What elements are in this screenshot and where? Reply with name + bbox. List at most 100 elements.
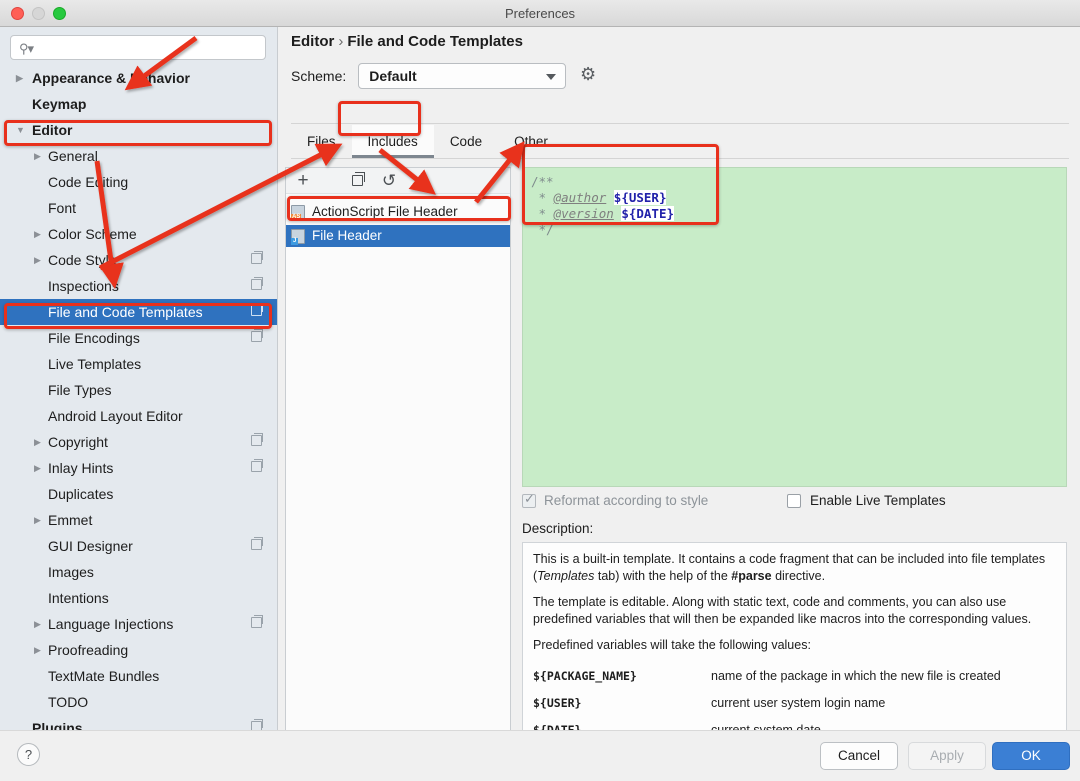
divider-tabs [291,158,1069,159]
sidebar-item-images[interactable]: Images [0,559,277,585]
list-item[interactable]: File Header [286,225,510,247]
sidebar-item-android-layout-editor[interactable]: Android Layout Editor [0,403,277,429]
copy-settings-icon[interactable] [251,303,263,316]
sidebar-item-editor[interactable]: ▼ Editor [0,117,277,143]
sidebar-item-appearance-behavior[interactable]: ▶ Appearance & Behavior [0,65,277,91]
copy-settings-icon[interactable] [251,459,263,472]
sidebar-item-code-editing[interactable]: Code Editing [0,169,277,195]
chevron-right-icon[interactable]: ▶ [16,65,23,91]
code-comment: */ [531,222,554,237]
sidebar-item-label: Color Scheme [48,226,137,242]
date-variable: ${DATE} [621,206,675,221]
sidebar-item-proofreading[interactable]: ▶ Proofreading [0,637,277,663]
sidebar-item-intentions[interactable]: Intentions [0,585,277,611]
tab-files[interactable]: Files [291,125,352,158]
settings-sidebar: ⚲▾ ▶ Appearance & Behavior Keymap ▼ Editor ▶ G… [0,27,278,730]
sidebar-item-language-injections[interactable]: ▶ Language Injections [0,611,277,637]
sidebar-item-file-types[interactable]: File Types [0,377,277,403]
copy-template-button[interactable] [346,168,368,194]
ok-button[interactable]: OK [992,742,1070,770]
chevron-down-icon[interactable]: ▼ [16,117,25,143]
add-template-button[interactable]: + [292,168,314,194]
tab-code[interactable]: Code [434,125,498,158]
sidebar-item-file-and-code-templates[interactable]: File and Code Templates [0,299,277,325]
sidebar-item-color-scheme[interactable]: ▶ Color Scheme [0,221,277,247]
sidebar-item-emmet[interactable]: ▶ Emmet [0,507,277,533]
variable-description: current user system login name [711,696,886,710]
sidebar-item-copyright[interactable]: ▶ Copyright [0,429,277,455]
copy-settings-icon[interactable] [251,719,263,730]
sidebar-item-label: Android Layout Editor [48,408,183,424]
enable-live-templates-label[interactable]: Enable Live Templates [810,492,946,510]
apply-button[interactable]: Apply [908,742,986,770]
sidebar-item-textmate-bundles[interactable]: TextMate Bundles [0,663,277,689]
revert-template-button[interactable]: ↺ [378,168,400,194]
table-row: ${PACKAGE_NAME} name of the package in wh… [533,663,1056,690]
copy-settings-icon[interactable] [251,251,263,264]
sidebar-item-font[interactable]: Font [0,195,277,221]
sidebar-item-label: File Encodings [48,330,140,346]
editor-options-row: Reformat according to style Enable Live … [522,491,1067,514]
help-button[interactable]: ? [17,743,40,766]
reformat-checkbox-label[interactable]: Reformat according to style [544,492,708,510]
javadoc-version-tag: @version [553,206,614,221]
code-comment: * [531,190,554,205]
template-tabs: Files Includes Code Other [291,125,564,158]
list-item-label: ActionScript File Header [312,204,458,219]
sidebar-item-label: Live Templates [48,356,142,372]
sidebar-item-gui-designer[interactable]: GUI Designer [0,533,277,559]
sidebar-item-general[interactable]: ▶ General [0,143,277,169]
sidebar-item-label: Code Editing [48,174,129,190]
sidebar-item-live-templates[interactable]: Live Templates [0,351,277,377]
cancel-button[interactable]: Cancel [820,742,898,770]
desc-p1-emphasis: Templates [537,569,595,583]
chevron-right-icon[interactable]: ▶ [34,507,41,533]
breadcrumb-root[interactable]: Editor [291,33,334,50]
sidebar-item-inspections[interactable]: Inspections [0,273,277,299]
chevron-right-icon[interactable]: ▶ [34,637,41,663]
list-item[interactable]: ActionScript File Header [286,201,510,223]
preferences-window: Preferences ⚲▾ ▶ Appearance & Behavior Key… [0,0,1080,781]
search-input[interactable]: ⚲▾ [10,35,266,60]
tab-other[interactable]: Other [498,125,564,158]
chevron-right-icon[interactable]: ▶ [34,143,41,169]
copy-settings-icon[interactable] [251,277,263,290]
gear-icon[interactable]: ⚙ [580,61,596,87]
chevron-right-icon[interactable]: ▶ [34,455,41,481]
sidebar-item-label: Language Injections [48,616,174,632]
sidebar-item-file-encodings[interactable]: File Encodings [0,325,277,351]
reformat-checkbox[interactable] [522,491,536,508]
scheme-select[interactable]: Default [358,63,567,89]
template-code-editor[interactable]: /** * @author ${USER} * @version ${DATE}… [522,167,1067,487]
sidebar-item-todo[interactable]: TODO [0,689,277,715]
copy-settings-icon[interactable] [251,433,263,446]
chevron-right-icon[interactable]: ▶ [34,611,41,637]
desc-p1-directive: #parse [731,569,772,583]
copy-settings-icon[interactable] [251,615,263,628]
sidebar-item-duplicates[interactable]: Duplicates [0,481,277,507]
sidebar-item-plugins[interactable]: Plugins [0,715,277,730]
javadoc-author-tag: @author [553,190,607,205]
chevron-right-icon[interactable]: ▶ [34,429,41,455]
sidebar-item-label: Inspections [48,278,119,294]
enable-live-templates-checkbox[interactable] [787,494,801,508]
sidebar-item-code-style[interactable]: ▶ Code Style [0,247,277,273]
sidebar-item-keymap[interactable]: Keymap [0,91,277,117]
variable-description: name of the package in which the new fil… [711,669,1001,683]
scheme-label: Scheme: [291,68,347,84]
sidebar-item-inlay-hints[interactable]: ▶ Inlay Hints [0,455,277,481]
description-box: This is a built-in template. It contains… [522,542,1067,747]
list-item-label: File Header [312,228,382,243]
copy-settings-icon[interactable] [251,329,263,342]
copy-settings-icon[interactable] [251,537,263,550]
sidebar-item-label: TextMate Bundles [48,668,160,684]
search-icon: ⚲▾ [19,41,34,56]
window-titlebar: Preferences [0,0,1080,27]
chevron-right-icon[interactable]: ▶ [34,221,41,247]
chevron-right-icon[interactable]: ▶ [34,247,41,273]
code-line: /** [531,174,1058,190]
sidebar-item-label: Duplicates [48,486,114,502]
tab-includes[interactable]: Includes [351,125,434,158]
sidebar-item-label: Images [48,564,94,580]
code-line: * @version ${DATE} [531,206,1058,222]
